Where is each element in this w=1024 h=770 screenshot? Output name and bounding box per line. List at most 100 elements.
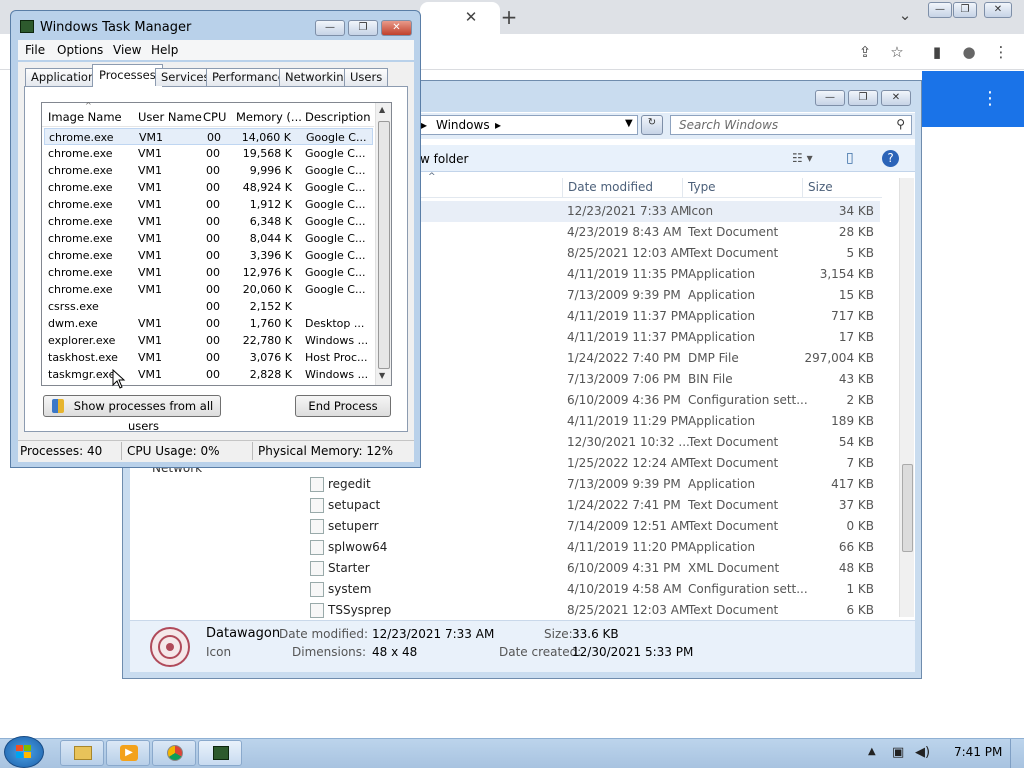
taskbar-clock[interactable]: 7:41 PM xyxy=(954,745,1002,759)
share-icon[interactable]: ⇪ xyxy=(852,39,878,65)
tm-maximize-button[interactable]: ❐ xyxy=(348,20,378,36)
process-row[interactable]: chrome.exe VM1 00 48,924 K Google C... xyxy=(44,179,373,196)
scroll-down-icon[interactable]: ▼ xyxy=(379,371,385,380)
network-tray-icon[interactable]: ▣ xyxy=(892,745,904,760)
explorer-scroll-thumb[interactable] xyxy=(902,464,913,552)
search-icon[interactable]: ⚲ xyxy=(896,117,905,131)
browser-minimize-button[interactable]: — xyxy=(928,2,952,18)
explorer-close-button[interactable]: ✕ xyxy=(881,90,911,106)
process-description: Google C... xyxy=(305,215,366,228)
process-row[interactable]: dwm.exe VM1 00 1,760 K Desktop ... xyxy=(44,315,373,332)
details-dimensions-value: 48 x 48 xyxy=(372,645,418,659)
process-row[interactable]: chrome.exe VM1 00 1,912 K Google C... xyxy=(44,196,373,213)
file-type: Text Document xyxy=(688,456,779,470)
help-icon[interactable]: ? xyxy=(882,150,899,167)
process-user-name: VM1 xyxy=(138,164,163,177)
task-manager-icon xyxy=(213,746,229,760)
page-menu-icon[interactable]: ⋮ xyxy=(977,86,1003,112)
file-size: 3,154 KB xyxy=(819,267,874,281)
col-user-name[interactable]: User Name xyxy=(138,110,202,124)
browser-menu-icon[interactable]: ⋮ xyxy=(988,39,1014,65)
browser-maximize-button[interactable]: ❐ xyxy=(953,2,977,18)
explorer-maximize-button[interactable]: ❐ xyxy=(848,90,878,106)
breadcrumb-windows[interactable]: Windows xyxy=(436,118,490,132)
search-input[interactable]: Search Windows ⚲ xyxy=(670,115,912,135)
show-all-processes-button[interactable]: Show processes from all users xyxy=(43,395,221,433)
show-desktop-button[interactable] xyxy=(1010,739,1024,768)
file-row[interactable]: Starter 6/10/2009 4:31 PM XML Document 48 K… xyxy=(290,558,880,579)
process-row[interactable]: chrome.exe VM1 00 14,060 K Google C... xyxy=(44,128,373,145)
tm-minimize-button[interactable]: — xyxy=(315,20,345,36)
explorer-scrollbar[interactable] xyxy=(899,178,914,617)
details-modified-label: Date modified: xyxy=(279,627,369,641)
explorer-minimize-button[interactable]: — xyxy=(815,90,845,106)
page-header-bar xyxy=(922,71,1024,127)
process-row[interactable]: chrome.exe VM1 00 8,044 K Google C... xyxy=(44,230,373,247)
file-row[interactable]: TSSysprep 8/25/2021 12:03 AM Text Document… xyxy=(290,600,880,621)
process-row[interactable]: chrome.exe VM1 00 3,396 K Google C... xyxy=(44,247,373,264)
col-cpu[interactable]: CPU xyxy=(203,110,226,124)
file-date: 8/25/2021 12:03 AM xyxy=(567,603,690,617)
menu-help[interactable]: Help xyxy=(151,43,178,57)
new-tab-button[interactable]: + xyxy=(496,4,522,30)
taskbar-task-manager[interactable] xyxy=(198,740,242,766)
col-description[interactable]: Description xyxy=(305,110,371,124)
process-cpu: 00 xyxy=(206,351,220,364)
process-row[interactable]: chrome.exe VM1 00 6,348 K Google C... xyxy=(44,213,373,230)
file-row[interactable]: setupact 1/24/2022 7:41 PM Text Document 37… xyxy=(290,495,880,516)
tab-users[interactable]: Users xyxy=(344,68,389,86)
process-row[interactable]: chrome.exe VM1 00 20,060 K Google C... xyxy=(44,281,373,298)
menu-file[interactable]: File xyxy=(25,43,45,57)
scroll-up-icon[interactable]: ▲ xyxy=(379,105,385,114)
process-row[interactable]: chrome.exe VM1 00 19,568 K Google C... xyxy=(44,145,373,162)
taskbar-explorer[interactable] xyxy=(60,740,104,766)
process-image-name: chrome.exe xyxy=(48,147,113,160)
tab-search-icon[interactable]: ⌄ xyxy=(892,2,918,28)
process-row[interactable]: csrss.exe 00 2,152 K xyxy=(44,298,373,315)
process-row[interactable]: taskmgr.exe VM1 00 2,828 K Windows ... xyxy=(44,366,373,383)
end-process-button[interactable]: End Process xyxy=(295,395,391,417)
column-type[interactable]: Type xyxy=(688,180,716,194)
profile-avatar-icon[interactable]: ● xyxy=(956,39,982,65)
taskbar-media-player[interactable]: ▶ xyxy=(106,740,150,766)
new-folder-button[interactable]: w folder xyxy=(420,152,468,166)
view-options-icon[interactable]: ☷ ▾ xyxy=(792,151,813,165)
side-panel-icon[interactable]: ▮ xyxy=(924,39,950,65)
process-description: Google C... xyxy=(305,164,366,177)
process-cpu: 00 xyxy=(206,147,220,160)
volume-tray-icon[interactable]: ◀) xyxy=(915,745,930,760)
tab-close-icon[interactable]: ✕ xyxy=(458,4,484,30)
process-row[interactable]: taskhost.exe VM1 00 3,076 K Host Proc... xyxy=(44,349,373,366)
menu-view[interactable]: View xyxy=(113,43,141,57)
process-row[interactable]: explorer.exe VM1 00 22,780 K Windows ... xyxy=(44,332,373,349)
column-date-modified[interactable]: Date modified xyxy=(568,180,653,194)
process-image-name: dwm.exe xyxy=(48,317,98,330)
preview-pane-icon[interactable]: ▯ xyxy=(846,150,854,166)
file-row[interactable]: setuperr 7/14/2009 12:51 AM Text Document 0… xyxy=(290,516,880,537)
file-size: 2 KB xyxy=(846,393,874,407)
tm-close-button[interactable]: ✕ xyxy=(381,20,412,36)
col-memory[interactable]: Memory (... xyxy=(236,110,302,124)
address-dropdown-icon[interactable]: ▼ xyxy=(625,118,633,129)
browser-close-button[interactable]: ✕ xyxy=(984,2,1012,18)
file-type: Text Document xyxy=(688,435,779,449)
task-manager-icon xyxy=(20,20,34,33)
tray-expand-icon[interactable]: ▲ xyxy=(868,746,876,757)
file-row[interactable]: splwow64 4/11/2019 11:20 PM Application 66 … xyxy=(290,537,880,558)
start-button[interactable] xyxy=(4,736,44,768)
file-row[interactable]: regedit 7/13/2009 9:39 PM Application 417 K… xyxy=(290,474,880,495)
tab-processes[interactable]: Processes xyxy=(92,64,163,87)
file-size: 34 KB xyxy=(838,204,874,218)
column-size[interactable]: Size xyxy=(808,180,833,194)
process-row[interactable]: chrome.exe VM1 00 12,976 K Google C... xyxy=(44,264,373,281)
bookmark-star-icon[interactable]: ☆ xyxy=(884,39,910,65)
process-description: Windows ... xyxy=(305,334,369,347)
menu-options[interactable]: Options xyxy=(57,43,103,57)
process-scroll-thumb[interactable] xyxy=(378,121,390,369)
process-row[interactable]: chrome.exe VM1 00 9,996 K Google C... xyxy=(44,162,373,179)
col-image-name[interactable]: Image Name xyxy=(48,110,122,124)
file-row[interactable]: system 4/10/2019 4:58 AM Configuration set… xyxy=(290,579,880,600)
taskbar-chrome[interactable] xyxy=(152,740,196,766)
process-scrollbar[interactable]: ▲ ▼ xyxy=(375,103,391,385)
refresh-icon[interactable]: ↻ xyxy=(641,115,663,135)
